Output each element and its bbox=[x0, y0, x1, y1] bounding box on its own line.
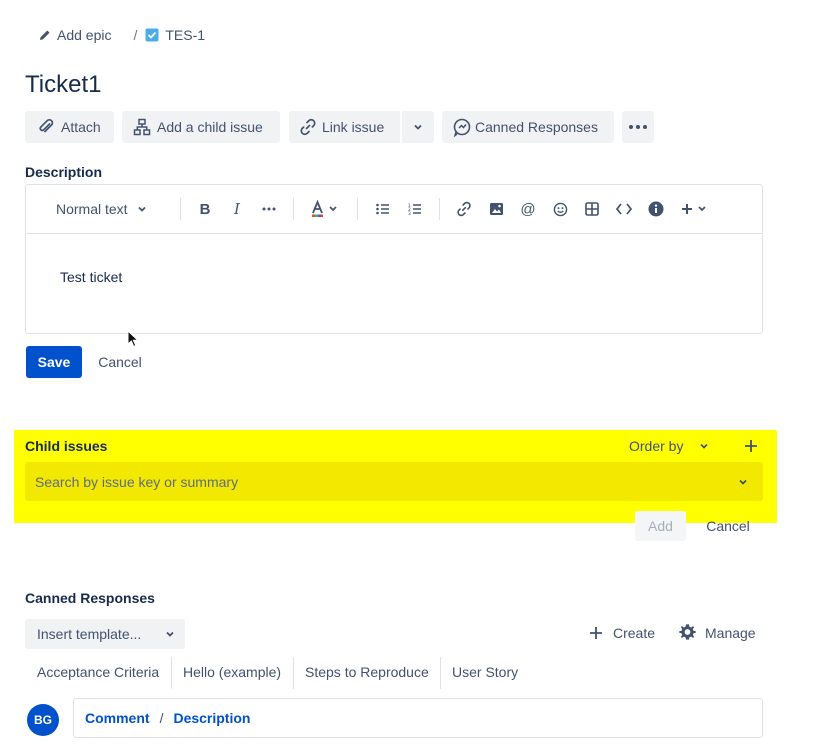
chip-separator bbox=[171, 657, 172, 689]
insert-more-icon[interactable] bbox=[679, 199, 711, 219]
comment-editor[interactable]: Comment / Description bbox=[73, 698, 763, 738]
editor-toolbar-divider bbox=[26, 233, 762, 234]
cancel-label: Cancel bbox=[98, 354, 142, 370]
emoji-icon[interactable] bbox=[550, 199, 570, 219]
cancel-button[interactable]: Cancel bbox=[88, 346, 152, 378]
canned-response-icon bbox=[453, 118, 471, 137]
page-title[interactable]: Ticket1 bbox=[25, 71, 101, 99]
canned-responses-button[interactable]: Canned Responses bbox=[442, 111, 614, 143]
cancel-child-button[interactable]: Cancel bbox=[696, 511, 760, 541]
bullet-list-icon[interactable] bbox=[373, 199, 393, 219]
bold-icon[interactable]: B bbox=[195, 199, 215, 219]
pencil-icon bbox=[40, 30, 50, 40]
avatar[interactable]: BG bbox=[27, 704, 59, 736]
save-label: Save bbox=[37, 354, 71, 370]
child-issue-search-input[interactable]: Search by issue key or summary bbox=[25, 462, 763, 501]
chip-separator bbox=[440, 657, 441, 689]
manage-label: Manage bbox=[705, 624, 756, 641]
search-placeholder: Search by issue key or summary bbox=[35, 473, 239, 490]
mention-icon[interactable]: @ bbox=[518, 199, 538, 219]
attach-label: Attach bbox=[61, 119, 101, 135]
template-chip-label: Steps to Reproduce bbox=[305, 664, 429, 680]
link-issue-button[interactable]: Link issue bbox=[289, 111, 400, 143]
hierarchy-icon bbox=[133, 118, 151, 136]
info-icon[interactable] bbox=[646, 199, 666, 219]
italic-icon[interactable]: I bbox=[227, 199, 247, 219]
cancel-child-label: Cancel bbox=[706, 518, 750, 534]
add-child-confirm-button[interactable]: Add bbox=[635, 511, 686, 541]
chip-separator bbox=[293, 657, 294, 689]
issue-key: TES-1 bbox=[165, 27, 206, 43]
link-issue-dropdown-button[interactable] bbox=[402, 111, 434, 143]
add-child-issue-button[interactable]: Add a child issue bbox=[122, 111, 280, 143]
template-chip-label: Hello (example) bbox=[183, 664, 282, 680]
add-child-confirm-label: Add bbox=[648, 518, 673, 534]
plus-icon bbox=[590, 627, 602, 639]
chevron-down-icon bbox=[700, 443, 709, 449]
more-actions-button[interactable] bbox=[622, 111, 654, 143]
add-epic-label: Add epic bbox=[57, 27, 112, 43]
toolbar-separator bbox=[293, 198, 294, 220]
gear-icon bbox=[679, 624, 696, 640]
add-child-plus-button[interactable] bbox=[742, 437, 760, 455]
template-chip-label: User Story bbox=[452, 664, 519, 680]
comment-separator: / bbox=[159, 710, 164, 726]
template-chip[interactable]: Steps to Reproduce bbox=[305, 657, 429, 687]
add-child-issue-label: Add a child issue bbox=[157, 119, 263, 135]
text-color-icon[interactable] bbox=[309, 199, 341, 219]
plus-icon bbox=[745, 440, 757, 452]
text-style-dropdown[interactable]: Normal text bbox=[48, 199, 160, 219]
manage-templates-button[interactable]: Manage bbox=[678, 623, 756, 642]
breadcrumb-separator: / bbox=[133, 27, 138, 43]
description-tab-link[interactable]: Description bbox=[173, 710, 250, 726]
child-issues-title: Child issues bbox=[25, 438, 108, 454]
insert-template-label: Insert template... bbox=[37, 626, 142, 642]
order-by-label: Order by bbox=[629, 438, 684, 454]
template-chip[interactable]: Hello (example) bbox=[183, 657, 281, 687]
more-formatting-icon[interactable] bbox=[259, 199, 279, 219]
numbered-list-icon[interactable]: 123 bbox=[405, 199, 425, 219]
add-epic-link[interactable]: Add epic bbox=[38, 27, 111, 43]
template-chip[interactable]: Acceptance Criteria bbox=[37, 657, 159, 687]
attach-button[interactable]: Attach bbox=[25, 111, 114, 143]
link-icon bbox=[300, 118, 316, 136]
insert-template-select[interactable]: Insert template... bbox=[25, 619, 185, 649]
more-icon bbox=[629, 125, 647, 129]
chevron-down-icon bbox=[414, 124, 422, 130]
svg-text:3: 3 bbox=[408, 211, 411, 215]
create-label: Create bbox=[613, 625, 656, 641]
template-chip-label: Acceptance Criteria bbox=[37, 664, 160, 680]
template-chip[interactable]: User Story bbox=[452, 657, 518, 687]
code-icon[interactable] bbox=[614, 199, 634, 219]
order-by-dropdown[interactable]: Order by bbox=[629, 438, 710, 454]
save-button[interactable]: Save bbox=[26, 346, 82, 378]
description-label: Description bbox=[25, 164, 103, 180]
text-style-label: Normal text bbox=[56, 201, 128, 217]
description-body[interactable]: Test ticket bbox=[60, 269, 122, 285]
chevron-down-icon bbox=[137, 206, 146, 212]
table-icon[interactable] bbox=[582, 199, 602, 219]
link-icon[interactable] bbox=[454, 199, 474, 219]
canned-responses-label: Canned Responses bbox=[475, 119, 598, 135]
breadcrumb: Add epic / TES-1 bbox=[38, 24, 205, 46]
chevron-down-icon bbox=[739, 479, 747, 485]
create-template-button[interactable]: Create bbox=[589, 625, 655, 641]
paperclip-icon bbox=[39, 118, 54, 133]
toolbar-separator bbox=[357, 198, 358, 220]
toolbar-separator bbox=[180, 198, 181, 220]
comment-tab-link[interactable]: Comment bbox=[85, 710, 150, 726]
toolbar-separator bbox=[439, 198, 440, 220]
task-checkbox-icon bbox=[145, 28, 159, 42]
link-issue-label: Link issue bbox=[322, 119, 385, 135]
chevron-down-icon bbox=[166, 631, 174, 637]
image-icon[interactable] bbox=[486, 199, 506, 219]
canned-responses-title: Canned Responses bbox=[25, 590, 155, 606]
issue-key-link[interactable]: TES-1 bbox=[145, 27, 205, 43]
